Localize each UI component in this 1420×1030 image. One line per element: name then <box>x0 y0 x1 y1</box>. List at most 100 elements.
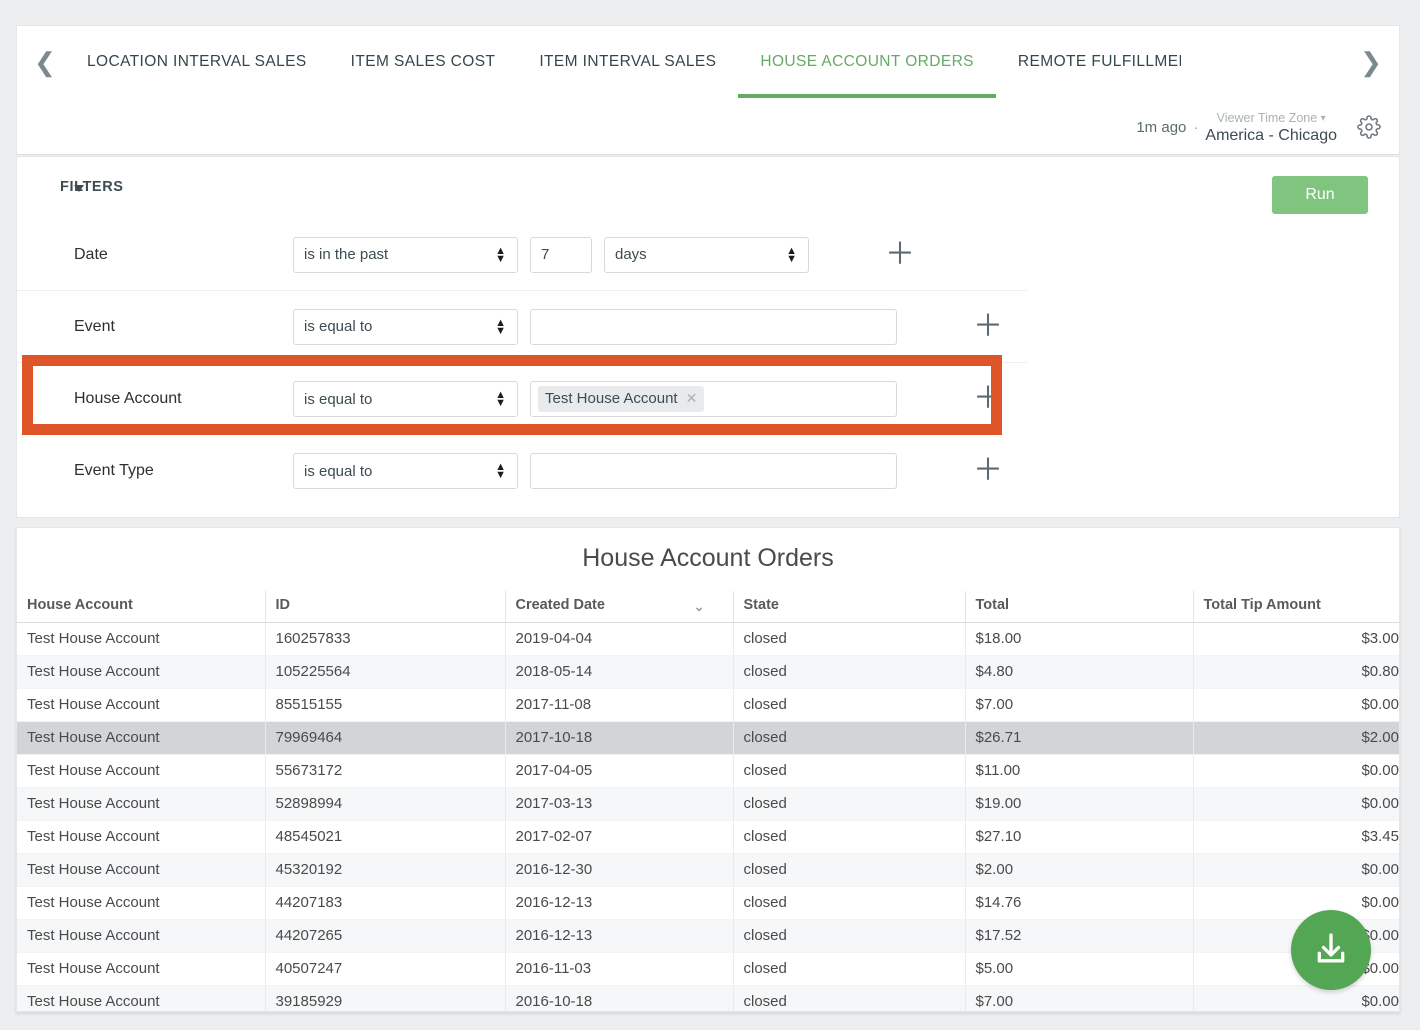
timezone-selector[interactable]: Viewer Time Zone ▾ America - Chicago <box>1205 109 1337 146</box>
chevron-left-icon[interactable]: ❮ <box>25 26 65 98</box>
cell-total: $27.10 <box>965 821 1193 854</box>
table-row[interactable]: Test House Account485450212017-02-07clos… <box>17 821 1399 854</box>
cell-id: 79969464 <box>265 722 505 755</box>
cell-state: closed <box>733 920 965 953</box>
column-header-state[interactable]: State <box>733 591 965 623</box>
filter-value-input[interactable] <box>530 453 897 489</box>
plus-icon[interactable]: ＋ <box>973 384 1003 414</box>
filter-operator-value: is equal to <box>304 318 372 335</box>
table-row[interactable]: Test House Account556731722017-04-05clos… <box>17 755 1399 788</box>
filter-operator-select[interactable]: is equal to▲▼ <box>293 381 518 417</box>
plus-icon[interactable]: ＋ <box>885 240 915 270</box>
cell-state: closed <box>733 722 965 755</box>
tab-label: ITEM SALES COST <box>351 53 496 71</box>
table-row[interactable]: Test House Account799694642017-10-18clos… <box>17 722 1399 755</box>
table-row[interactable]: Test House Account528989942017-03-13clos… <box>17 788 1399 821</box>
filter-operator-select[interactable]: is equal to ▲▼ <box>293 309 518 345</box>
filter-operator-select[interactable]: is equal to ▲▼ <box>293 453 518 489</box>
filter-operator-select[interactable]: is in the past▲▼ <box>293 237 518 273</box>
cell-house-account: Test House Account <box>17 689 265 722</box>
cell-state: closed <box>733 854 965 887</box>
cell-state: closed <box>733 821 965 854</box>
cell-id: 45320192 <box>265 854 505 887</box>
select-arrows-icon: ▲▼ <box>786 247 797 263</box>
chevron-right-icon[interactable]: ❯ <box>1351 26 1391 98</box>
tab-remote-fulfillment[interactable]: REMOTE FULFILLMENT <box>996 26 1181 98</box>
cell-total: $14.76 <box>965 887 1193 920</box>
tab-label: REMOTE FULFILLMENT <box>1018 53 1181 71</box>
column-header-total-tip-amount[interactable]: Total Tip Amount <box>1193 591 1399 623</box>
table-row[interactable]: Test House Account1052255642018-05-14clo… <box>17 656 1399 689</box>
cell-total: $5.00 <box>965 953 1193 986</box>
tab-list: LOCATION INTERVAL SALES ITEM SALES COST IT… <box>65 26 1181 98</box>
cell-id: 55673172 <box>265 755 505 788</box>
cell-total-tip-amount: $3.00 <box>1193 623 1399 656</box>
filter-number-value: 7 <box>541 246 549 263</box>
filter-number-input[interactable]: 7 <box>530 237 592 273</box>
cell-created-date: 2017-02-07 <box>505 821 733 854</box>
column-header-label: Created Date <box>516 597 605 613</box>
cell-created-date: 2016-10-18 <box>505 986 733 1013</box>
cell-created-date: 2017-11-08 <box>505 689 733 722</box>
filters-card: FILTERS Run Dateis in the past▲▼7days▲▼＋… <box>16 156 1400 518</box>
cell-created-date: 2017-03-13 <box>505 788 733 821</box>
timezone-label: Viewer Time Zone ▾ <box>1217 111 1326 125</box>
filter-operator-value: is equal to <box>304 391 372 408</box>
cell-total: $17.52 <box>965 920 1193 953</box>
chevron-down-icon[interactable]: ⌄ <box>694 599 705 615</box>
chip-label: Test House Account <box>545 390 678 407</box>
tabs-card: ❮ LOCATION INTERVAL SALES ITEM SALES COST… <box>16 25 1400 155</box>
cell-id: 48545021 <box>265 821 505 854</box>
table-row[interactable]: Test House Account405072472016-11-03clos… <box>17 953 1399 986</box>
filter-value-chip[interactable]: Test House Account ✕ <box>538 386 704 412</box>
filter-row-house-account: House Accountis equal to▲▼Test House Acc… <box>17 363 1027 435</box>
gear-icon[interactable] <box>1357 115 1381 139</box>
cell-total: $7.00 <box>965 986 1193 1013</box>
column-header-house-account[interactable]: House Account <box>17 591 265 623</box>
cell-id: 52898994 <box>265 788 505 821</box>
cell-state: closed <box>733 986 965 1013</box>
last-updated: 1m ago <box>1136 119 1193 136</box>
cell-total-tip-amount: $0.80 <box>1193 656 1399 689</box>
tab-location-interval-sales[interactable]: LOCATION INTERVAL SALES <box>65 26 329 98</box>
tab-item-interval-sales[interactable]: ITEM INTERVAL SALES <box>517 26 738 98</box>
tab-item-sales-cost[interactable]: ITEM SALES COST <box>329 26 518 98</box>
filter-row-event: Eventis equal to▲▼＋ <box>17 291 1027 363</box>
results-table-body: Test House Account1602578332019-04-04clo… <box>17 623 1399 1013</box>
cell-total: $7.00 <box>965 689 1193 722</box>
cell-total: $26.71 <box>965 722 1193 755</box>
table-row[interactable]: Test House Account442072652016-12-13clos… <box>17 920 1399 953</box>
close-icon[interactable]: ✕ <box>686 390 698 407</box>
column-header-total[interactable]: Total <box>965 591 1193 623</box>
tab-label: LOCATION INTERVAL SALES <box>87 53 307 71</box>
cell-total-tip-amount: $0.00 <box>1193 689 1399 722</box>
table-row[interactable]: Test House Account442071832016-12-13clos… <box>17 887 1399 920</box>
column-header-id[interactable]: ID <box>265 591 505 623</box>
tab-bar: ❮ LOCATION INTERVAL SALES ITEM SALES COST… <box>17 26 1399 98</box>
filter-value-input[interactable]: Test House Account ✕ <box>530 381 897 417</box>
filters-title: FILTERS <box>60 179 124 195</box>
tab-house-account-orders[interactable]: HOUSE ACCOUNT ORDERS <box>738 26 996 98</box>
table-row[interactable]: Test House Account453201922016-12-30clos… <box>17 854 1399 887</box>
select-arrows-icon: ▲▼ <box>495 319 506 335</box>
filter-value-input[interactable] <box>530 309 897 345</box>
cell-house-account: Test House Account <box>17 722 265 755</box>
download-button[interactable] <box>1291 910 1371 990</box>
select-arrows-icon: ▲▼ <box>495 463 506 479</box>
results-title: House Account Orders <box>17 528 1399 591</box>
cell-state: closed <box>733 755 965 788</box>
plus-icon[interactable]: ＋ <box>973 312 1003 342</box>
column-header-label: Total Tip Amount <box>1204 597 1321 613</box>
cell-total-tip-amount: $0.00 <box>1193 854 1399 887</box>
cell-created-date: 2017-10-18 <box>505 722 733 755</box>
table-row[interactable]: Test House Account855151552017-11-08clos… <box>17 689 1399 722</box>
tab-active-underline <box>738 94 996 98</box>
table-header-row: House AccountID Created Date ⌄ StateTotal To… <box>17 591 1399 623</box>
run-button[interactable]: Run <box>1272 176 1368 214</box>
filter-unit-select[interactable]: days▲▼ <box>604 237 809 273</box>
table-row[interactable]: Test House Account391859292016-10-18clos… <box>17 986 1399 1013</box>
plus-icon[interactable]: ＋ <box>973 456 1003 486</box>
column-header-created-date[interactable]: Created Date ⌄ <box>505 591 733 623</box>
table-row[interactable]: Test House Account1602578332019-04-04clo… <box>17 623 1399 656</box>
filter-operator-value: is equal to <box>304 463 372 480</box>
